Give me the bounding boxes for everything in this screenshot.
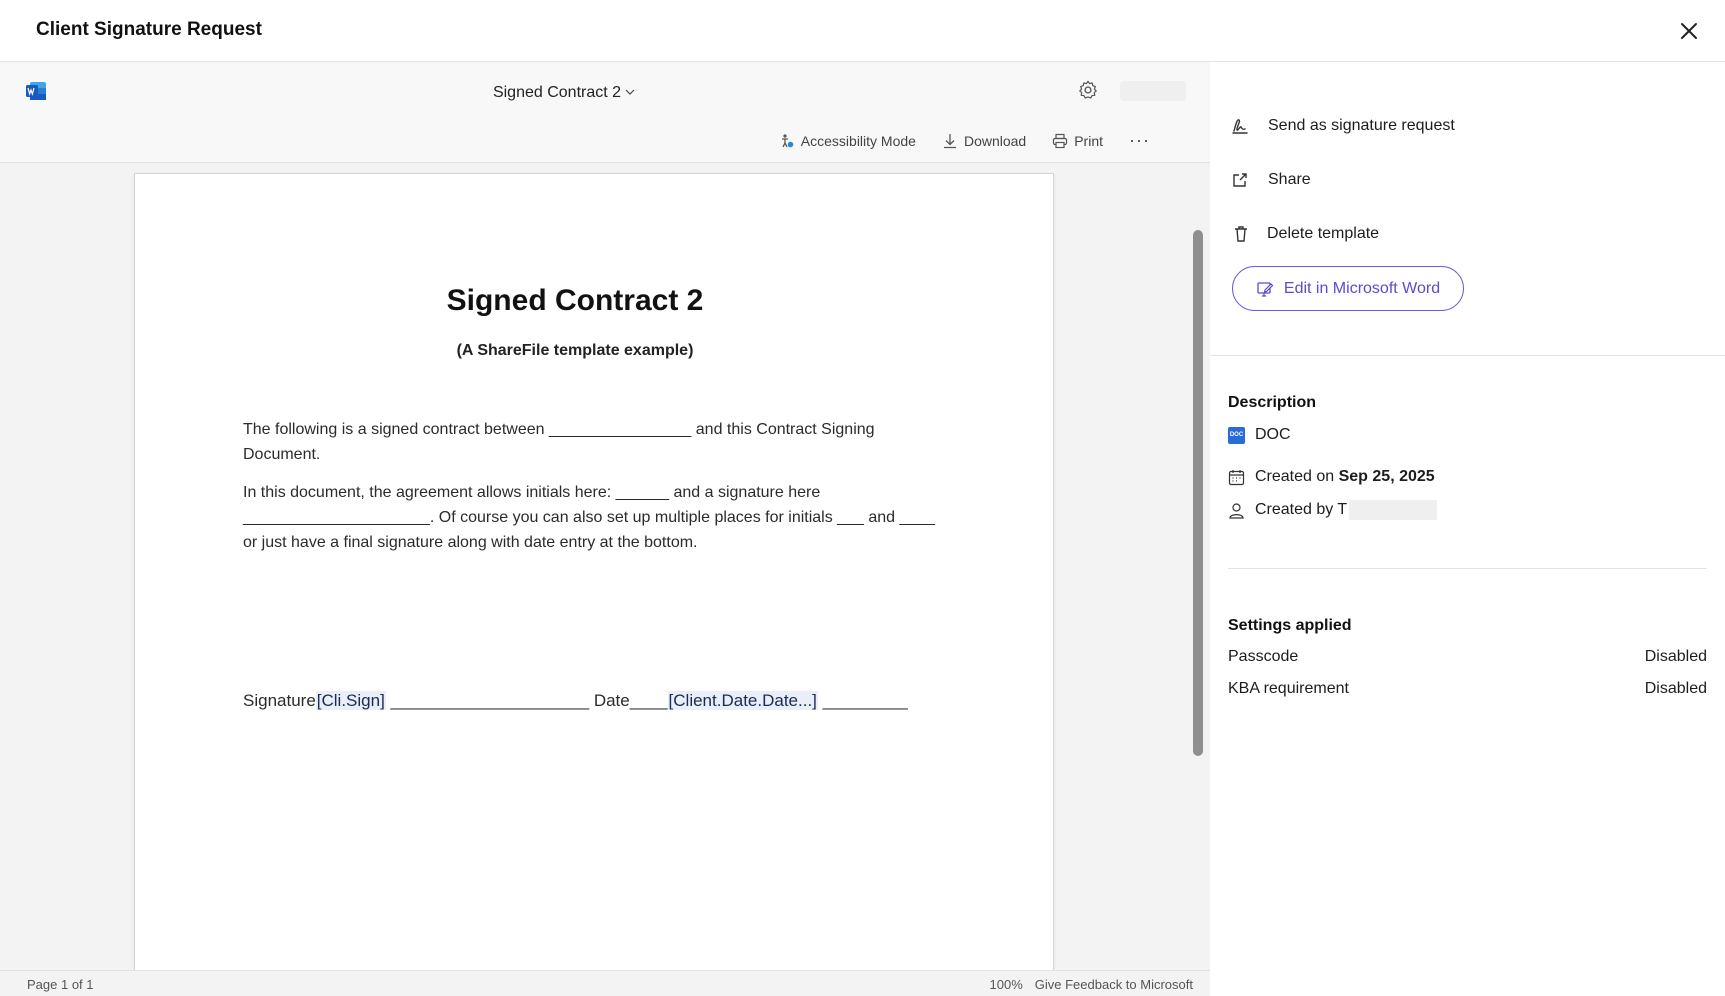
signature-label: Signature — [243, 691, 316, 710]
created-on-date: Sep 25, 2025 — [1338, 468, 1435, 485]
download-icon — [943, 133, 956, 148]
calendar-icon — [1228, 469, 1245, 485]
setting-label: KBA requirement — [1228, 680, 1349, 697]
signature-icon — [1232, 119, 1248, 134]
date-label: Date____ — [593, 691, 668, 710]
panel-divider — [1210, 355, 1725, 356]
delete-template-label: Delete template — [1267, 225, 1380, 242]
close-icon — [1681, 23, 1697, 39]
document-subtitle: (A ShareFile template example) — [456, 342, 694, 359]
share-icon — [1233, 173, 1247, 187]
created-by: Created by T — [1255, 501, 1348, 518]
date-blank: _________ — [817, 691, 908, 710]
document-paragraph-2: In this document, the agreement allows i… — [243, 484, 936, 551]
print-icon — [1053, 133, 1068, 148]
signature-field-tag: [Cli.Sign] — [315, 691, 386, 710]
download-button[interactable]: Download — [942, 133, 1026, 149]
accessibility-icon — [781, 133, 794, 147]
document-paragraph-1: The following is a signed contract betwe… — [243, 421, 875, 463]
viewer-scrollbar[interactable] — [1193, 230, 1203, 756]
edit-in-word-label: Edit in Microsoft Word — [1283, 279, 1441, 297]
user-name-redacted — [1120, 81, 1186, 101]
file-name: Signed Contract 2 — [492, 84, 622, 101]
viewer-toolbar: Accessibility Mode Download Print ··· — [753, 130, 1150, 151]
setting-value: Disabled — [1644, 648, 1707, 665]
doc-file-icon: DOC — [1228, 426, 1245, 444]
gear-icon[interactable] — [1077, 79, 1099, 101]
print-label: Print — [1074, 132, 1104, 149]
chevron-down-icon — [625, 82, 635, 100]
file-type: DOC — [1255, 426, 1291, 443]
setting-row-kba: KBA requirement Disabled — [1228, 680, 1707, 698]
edit-in-word-button[interactable]: Edit in Microsoft Word — [1232, 266, 1464, 311]
send-signature-request-label: Send as signature request — [1268, 117, 1455, 134]
download-label: Download — [963, 132, 1027, 149]
file-name-dropdown[interactable]: Signed Contract 2 — [0, 82, 1128, 102]
document-heading: Signed Contract 2 — [446, 284, 704, 317]
share-button[interactable]: Share — [1230, 170, 1311, 190]
date-field-tag: [Client.Date.Date...] — [667, 691, 818, 710]
setting-label: Passcode — [1228, 648, 1299, 665]
viewer-status-bar: Page 1 of 1 100% Give Feedback to Micros… — [0, 970, 1210, 996]
document-viewer: Signed Contract 2 Accessibility Mode Dow… — [0, 62, 1210, 996]
feedback-link[interactable]: Give Feedback to Microsoft — [1035, 977, 1193, 992]
document-page: Signed Contract 2 (A ShareFile template … — [134, 173, 1054, 993]
edit-icon — [1257, 281, 1274, 297]
panel-divider-2 — [1228, 568, 1707, 569]
viewer-header: Signed Contract 2 Accessibility Mode Dow… — [0, 62, 1210, 163]
created-on-prefix: Created on — [1255, 468, 1339, 485]
send-signature-request-button[interactable]: Send as signature request — [1230, 116, 1455, 136]
description-title: Description — [1228, 394, 1317, 411]
document-page-area[interactable]: Signed Contract 2 (A ShareFile template … — [0, 163, 1210, 993]
settings-applied-title: Settings applied — [1228, 617, 1352, 634]
created-on-row: Created on Sep 25, 2025 — [1228, 468, 1435, 486]
print-button[interactable]: Print — [1052, 133, 1103, 149]
share-label: Share — [1268, 171, 1311, 188]
user-icon — [1229, 502, 1244, 519]
details-panel: Send as signature request Share Delete t… — [1210, 62, 1725, 996]
zoom-level[interactable]: 100% — [990, 977, 1023, 992]
created-by-row: Created by T — [1228, 500, 1438, 520]
dialog-title: Client Signature Request — [36, 19, 262, 40]
close-button[interactable] — [1675, 17, 1703, 45]
signature-line: Signature[Cli.Sign] ____________________… — [243, 691, 908, 711]
file-type-row: DOC DOC — [1228, 426, 1291, 444]
accessibility-mode-button[interactable]: Accessibility Mode — [779, 133, 916, 149]
delete-template-button[interactable]: Delete template — [1231, 224, 1379, 244]
creator-name-redacted — [1349, 500, 1438, 520]
dialog-header: Client Signature Request — [0, 0, 1725, 62]
more-options-button[interactable]: ··· — [1129, 130, 1150, 151]
accessibility-mode-label: Accessibility Mode — [800, 132, 916, 149]
signature-blank: _____________________ — [385, 691, 594, 710]
setting-row-passcode: Passcode Disabled — [1228, 648, 1707, 666]
setting-value: Disabled — [1644, 680, 1707, 697]
page-indicator: Page 1 of 1 — [27, 977, 94, 992]
trash-icon — [1235, 226, 1247, 242]
